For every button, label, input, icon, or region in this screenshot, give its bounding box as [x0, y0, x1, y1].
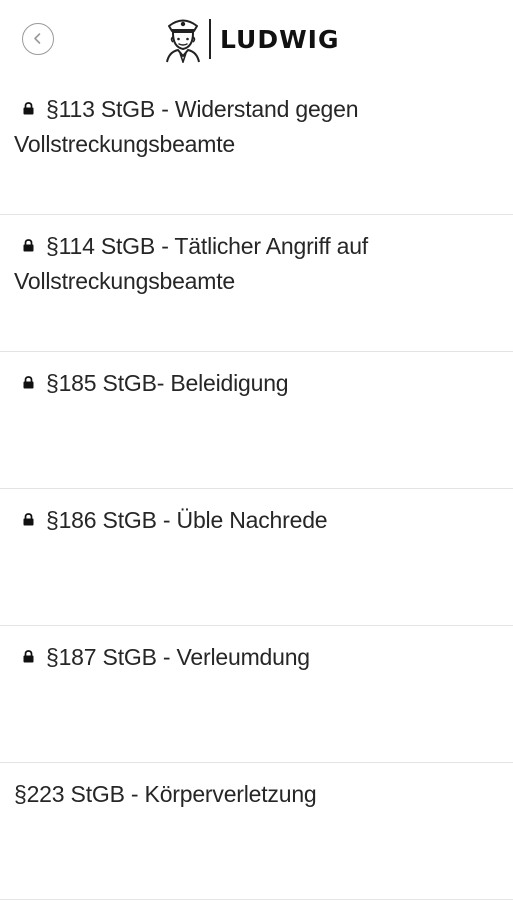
item-text: §113 StGB - Widerstand gegen Vollstrecku…: [14, 92, 497, 162]
back-button[interactable]: [22, 23, 54, 55]
list-item[interactable]: §185 StGB- Beleidigung: [0, 352, 513, 489]
item-text: §185 StGB- Beleidigung: [14, 366, 497, 401]
app-header: LUDWIG: [0, 0, 513, 80]
chevron-left-icon: [34, 33, 41, 44]
lock-icon: [23, 376, 34, 389]
logo-divider: [209, 19, 211, 59]
item-label: §185 StGB- Beleidigung: [46, 370, 289, 396]
item-text: §186 StGB - Üble Nachrede: [14, 503, 497, 538]
item-label: §113 StGB - Widerstand gegen Vollstrecku…: [14, 96, 359, 157]
item-label: §187 StGB - Verleumdung: [46, 644, 310, 670]
item-text: §187 StGB - Verleumdung: [14, 640, 497, 675]
list-item[interactable]: §114 StGB - Tätlicher Angriff auf Vollst…: [0, 215, 513, 352]
officer-icon: [166, 19, 200, 63]
item-text: §223 StGB - Körperverletzung: [14, 777, 497, 812]
lock-icon: [23, 650, 34, 663]
app-logo: LUDWIG: [163, 14, 340, 64]
list-item[interactable]: §186 StGB - Üble Nachrede: [0, 489, 513, 626]
lock-icon: [23, 513, 34, 526]
list-item[interactable]: §113 StGB - Widerstand gegen Vollstrecku…: [0, 78, 513, 215]
list-item[interactable]: §187 StGB - Verleumdung: [0, 626, 513, 763]
item-text: §114 StGB - Tätlicher Angriff auf Vollst…: [14, 229, 497, 299]
lock-icon: [23, 102, 34, 115]
logo-text: LUDWIG: [220, 24, 340, 54]
item-label: §223 StGB - Körperverletzung: [14, 781, 317, 807]
item-label: §186 StGB - Üble Nachrede: [46, 507, 328, 533]
item-label: §114 StGB - Tätlicher Angriff auf Vollst…: [14, 233, 368, 294]
lock-icon: [23, 239, 34, 252]
list-item[interactable]: §223 StGB - Körperverletzung: [0, 763, 513, 900]
law-list: §113 StGB - Widerstand gegen Vollstrecku…: [0, 78, 513, 900]
